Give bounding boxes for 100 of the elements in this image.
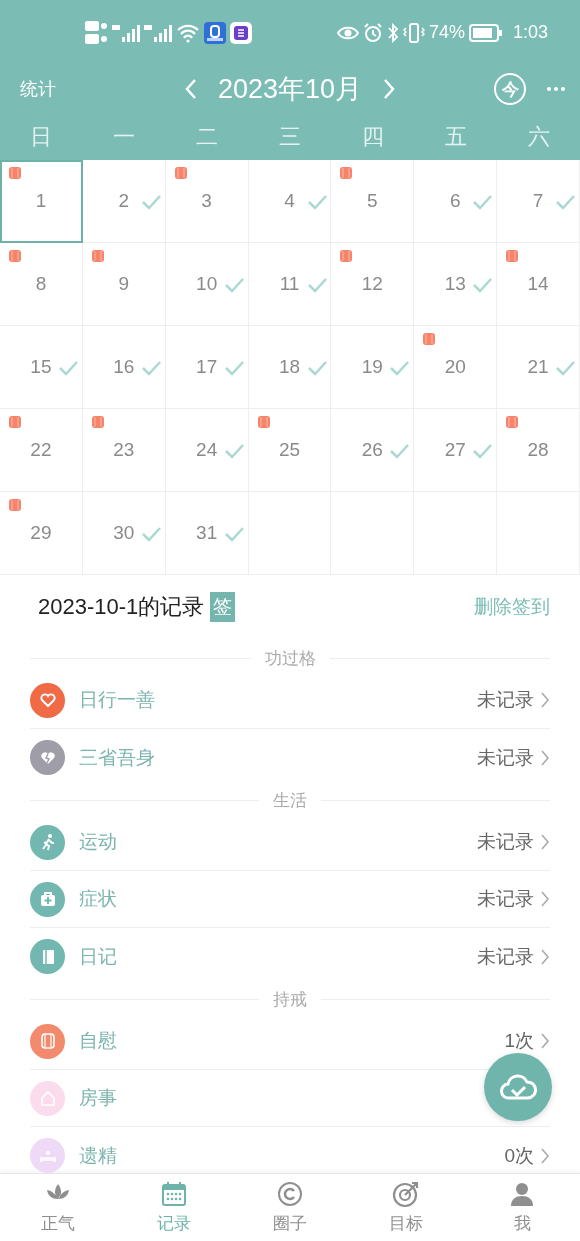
calendar-day[interactable]: 22 [0, 409, 83, 492]
nav-tab[interactable]: 正气 [0, 1174, 116, 1241]
calendar-day[interactable]: 28 [497, 409, 580, 492]
weekday-label: 日 [30, 122, 53, 151]
item-value: 未记录 [477, 944, 534, 969]
calendar-day[interactable]: 17 [165, 326, 249, 409]
section-title: 功过格 [264, 647, 316, 670]
item-label[interactable]: 日行一善 [79, 687, 155, 713]
calendar-day[interactable]: 18 [248, 326, 332, 409]
item-value: 未记录 [477, 887, 534, 911]
nav-tab[interactable]: 我 [464, 1174, 580, 1241]
nav-tab[interactable]: 记录 [116, 1174, 232, 1241]
calendar-day[interactable]: 21 [497, 326, 580, 409]
item-label[interactable]: 症状 [79, 886, 117, 912]
check-icon [389, 443, 410, 459]
check-icon [306, 277, 327, 293]
calendar-day[interactable]: 16 [82, 326, 166, 409]
calendar-day[interactable]: 12 [331, 243, 415, 326]
weekday-label: 一 [113, 122, 136, 151]
check-icon [223, 443, 244, 459]
calendar-day[interactable]: 13 [414, 243, 498, 326]
item-label[interactable]: 自慰 [79, 1028, 117, 1054]
weekday-label: 五 [444, 122, 467, 151]
record-title: 2023-10-1的记录 [38, 593, 205, 621]
check-icon [140, 194, 161, 210]
calendar-day[interactable]: 29 [0, 492, 83, 575]
roll-icon [339, 249, 354, 263]
weekday-label: 六 [527, 122, 550, 151]
roll-icon [8, 498, 22, 512]
calendar-day[interactable]: 4 [248, 160, 332, 243]
target-icon [392, 1180, 420, 1208]
calendar-day[interactable]: 23 [82, 409, 166, 492]
cloud-check-icon [499, 1072, 537, 1102]
calendar-day[interactable]: 14 [497, 243, 580, 326]
item-label[interactable]: 运动 [79, 829, 117, 855]
calendar-day[interactable]: 10 [165, 243, 249, 326]
calendar-day[interactable]: 2 [82, 160, 166, 243]
next-month-icon[interactable] [382, 78, 397, 100]
chevron-icon [540, 833, 550, 851]
item-value: 未记录 [477, 830, 534, 854]
check-icon [389, 360, 410, 376]
wifi-icon [176, 22, 200, 43]
weekday-label: 三 [279, 122, 301, 151]
check-icon [223, 526, 244, 542]
calendar-day[interactable]: 5 [331, 160, 415, 243]
chevron-icon [540, 947, 550, 966]
calendar-day[interactable]: 15 [0, 326, 83, 409]
today-button[interactable]: 今 [494, 73, 526, 105]
roll-icon [505, 249, 520, 263]
calendar-day[interactable]: 6 [414, 160, 498, 243]
check-icon [223, 277, 244, 293]
item-label[interactable]: 房事 [79, 1085, 117, 1111]
calendar-day[interactable]: 31 [165, 492, 249, 575]
nav-tab[interactable]: 圈子 [232, 1174, 348, 1241]
section-title: 生活 [273, 789, 307, 812]
roll-icon [422, 332, 437, 346]
eye-icon [336, 24, 359, 41]
calendar-day[interactable]: 1 [0, 160, 83, 243]
alarm-icon [362, 22, 383, 43]
calendar-day[interactable]: 20 [414, 326, 498, 409]
check-icon [555, 194, 576, 210]
calendar-day[interactable]: 7 [497, 160, 580, 243]
battery-icon [468, 23, 503, 42]
check-icon [58, 360, 78, 376]
calendar-day[interactable]: 26 [331, 409, 415, 492]
vibrate-icon [402, 22, 425, 43]
section-title: 持戒 [273, 988, 307, 1011]
roll-icon [173, 166, 188, 180]
calendar-day[interactable]: 11 [248, 243, 332, 326]
more-icon[interactable] [546, 86, 566, 92]
cloud-sync-button[interactable] [484, 1053, 552, 1121]
app-icon [204, 21, 226, 44]
item-label[interactable]: 日记 [79, 943, 117, 970]
delete-checkin-link[interactable]: 删除签到 [474, 594, 550, 620]
check-icon [140, 360, 161, 376]
app-icon [230, 21, 252, 44]
calendar-day[interactable]: 30 [82, 492, 166, 575]
check-icon [472, 194, 493, 210]
check-icon [140, 526, 161, 542]
battery-percent: 74% [428, 22, 465, 43]
roll-icon [90, 249, 105, 263]
item-label[interactable]: 三省吾身 [79, 744, 155, 771]
roll-icon [8, 415, 22, 429]
item-value: 未记录 [477, 745, 534, 770]
item-label[interactable]: 遗精 [79, 1142, 117, 1169]
roll-icon [8, 166, 22, 180]
previous-month-icon[interactable] [183, 78, 198, 100]
roll-icon [8, 249, 22, 263]
calendar-day[interactable]: 27 [414, 409, 498, 492]
item-value: 0次 [504, 1143, 534, 1168]
calendar-day[interactable]: 24 [165, 409, 249, 492]
nav-tab[interactable]: 目标 [348, 1174, 464, 1241]
calendar-day[interactable]: 9 [82, 243, 166, 326]
calendar-day[interactable]: 3 [165, 160, 249, 243]
roll-icon [256, 415, 271, 429]
calendar-day[interactable]: 25 [248, 409, 332, 492]
calendar-day[interactable]: 19 [331, 326, 415, 409]
stats-link[interactable]: 统计 [20, 77, 56, 101]
calendar-day[interactable]: 8 [0, 243, 83, 326]
check-icon [306, 360, 327, 376]
